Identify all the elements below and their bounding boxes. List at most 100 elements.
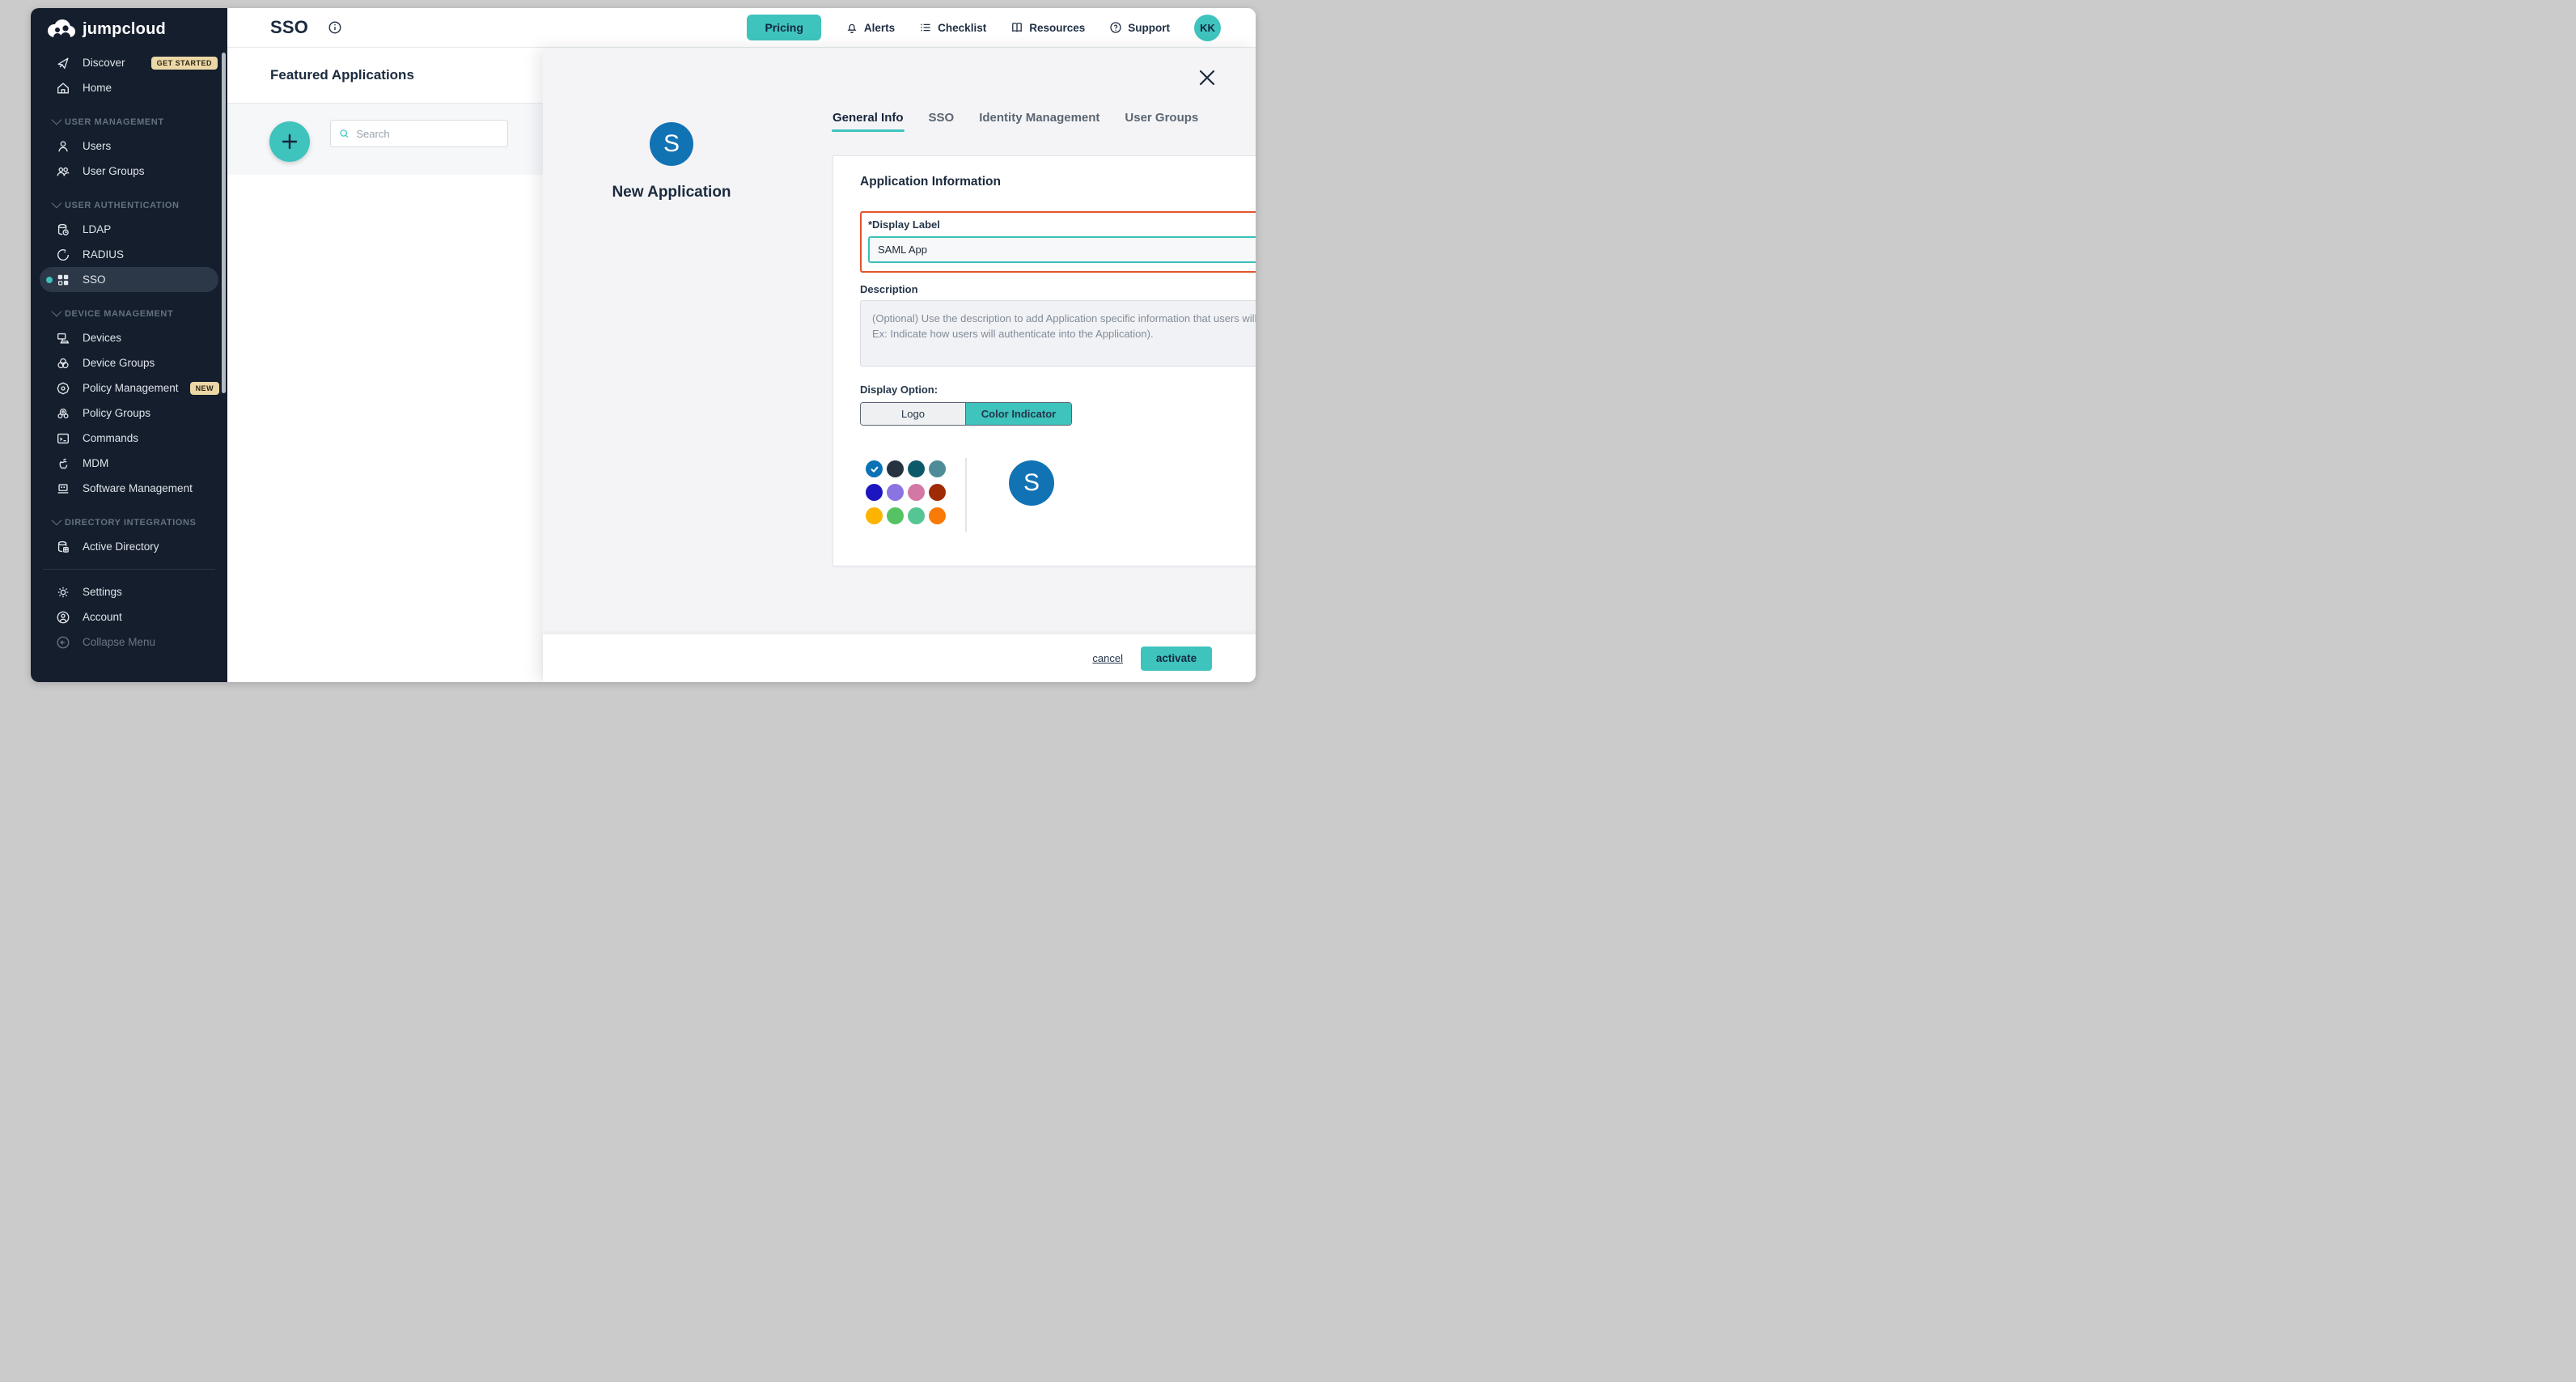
header-actions: Pricing Alerts Checklist Resources: [747, 15, 1256, 41]
sidebar-section-user-management[interactable]: USER MANAGEMENT: [31, 111, 227, 134]
section-label: USER MANAGEMENT: [65, 117, 164, 127]
color-swatch[interactable]: [908, 507, 925, 524]
drawer-tabs: General Info SSO Identity Management Use…: [833, 111, 1198, 132]
sidebar-item-policy-groups[interactable]: Policy Groups: [31, 401, 227, 426]
gear-icon: [55, 584, 71, 600]
pricing-button[interactable]: Pricing: [747, 15, 820, 40]
color-swatch[interactable]: [887, 507, 904, 524]
color-swatch[interactable]: [887, 484, 904, 501]
checklist-button[interactable]: Checklist: [919, 21, 986, 34]
sidebar-item-settings[interactable]: Settings: [31, 579, 227, 604]
radar-icon: [55, 247, 71, 263]
terminal-icon: [55, 430, 71, 447]
color-swatch[interactable]: [929, 507, 946, 524]
color-swatch-selected[interactable]: [866, 460, 883, 477]
sidebar-item-label: Users: [83, 140, 111, 152]
color-swatch[interactable]: [929, 484, 946, 501]
jumpcloud-logo[interactable]: jumpcloud: [31, 8, 227, 50]
description-label: Description: [860, 283, 1256, 295]
active-directory-icon: [55, 539, 71, 555]
sidebar-item-sso[interactable]: SSO: [40, 267, 218, 292]
user-group-icon: [55, 163, 71, 180]
sidebar-item-label: Device Groups: [83, 357, 155, 369]
support-label: Support: [1128, 22, 1170, 34]
laptop-grid-icon: [55, 481, 71, 497]
get-started-badge: GET STARTED: [151, 57, 218, 70]
account-icon: [55, 609, 71, 625]
sidebar-item-policy-management[interactable]: Policy Management NEW: [31, 375, 227, 401]
sidebar-item-account[interactable]: Account: [31, 604, 227, 630]
sidebar-section-device-management[interactable]: DEVICE MANAGEMENT: [31, 303, 227, 325]
drawer-footer: cancel activate: [543, 634, 1256, 682]
tab-sso[interactable]: SSO: [929, 111, 955, 132]
display-label-input[interactable]: [868, 236, 1256, 263]
logo-text: jumpcloud: [83, 20, 166, 39]
color-swatch[interactable]: [866, 484, 883, 501]
description-textarea[interactable]: (Optional) Use the description to add Ap…: [860, 300, 1256, 367]
new-badge: NEW: [190, 382, 220, 395]
color-swatch[interactable]: [908, 460, 925, 477]
cancel-link[interactable]: cancel: [1092, 652, 1123, 664]
sidebar-item-label: Policy Management: [83, 382, 179, 394]
close-icon[interactable]: [1198, 69, 1216, 87]
sidebar-item-mdm[interactable]: MDM: [31, 451, 227, 476]
card-heading: Application Information: [860, 175, 1256, 189]
checklist-icon: [919, 21, 932, 34]
sidebar-item-radius[interactable]: RADIUS: [31, 242, 227, 267]
collapse-arrow-icon: [55, 634, 71, 651]
tab-user-groups[interactable]: User Groups: [1125, 111, 1198, 132]
app-window: jumpcloud Discover GET STARTED Home USER…: [31, 8, 1256, 682]
color-swatch[interactable]: [887, 460, 904, 477]
devices-icon: [55, 330, 71, 346]
sidebar-item-users[interactable]: Users: [31, 134, 227, 159]
page-background: jumpcloud Discover GET STARTED Home USER…: [0, 0, 1288, 691]
description-placeholder: (Optional) Use the description to add Ap…: [872, 312, 1256, 340]
add-application-button[interactable]: [269, 121, 310, 162]
sidebar-item-label: User Groups: [83, 165, 145, 177]
sidebar-item-label: Active Directory: [83, 541, 159, 553]
plus-icon: [280, 132, 299, 151]
activate-button[interactable]: activate: [1141, 646, 1212, 671]
tab-identity-management[interactable]: Identity Management: [979, 111, 1099, 132]
sidebar-item-devices[interactable]: Devices: [31, 325, 227, 350]
policy-icon: [55, 380, 71, 396]
sidebar-item-user-groups[interactable]: User Groups: [31, 159, 227, 184]
sidebar-item-active-directory[interactable]: Active Directory: [31, 534, 227, 559]
search-input[interactable]: [356, 128, 499, 140]
sidebar-item-ldap[interactable]: LDAP: [31, 217, 227, 242]
option-color-indicator[interactable]: Color Indicator: [966, 403, 1071, 425]
bell-icon: [845, 21, 858, 34]
sidebar-item-label: LDAP: [83, 223, 111, 235]
display-label-alert-outline: *Display Label: [860, 211, 1256, 273]
color-palette-row: S: [860, 460, 1256, 532]
featured-applications-heading: Featured Applications: [270, 67, 414, 83]
sidebar-divider: [43, 569, 215, 570]
apple-icon: [55, 456, 71, 472]
alerts-button[interactable]: Alerts: [845, 21, 895, 34]
chevron-down-icon: [52, 197, 62, 208]
sidebar-item-commands[interactable]: Commands: [31, 426, 227, 451]
sidebar-item-collapse-menu[interactable]: Collapse Menu: [31, 630, 227, 655]
info-icon[interactable]: [328, 20, 342, 35]
option-logo[interactable]: Logo: [861, 403, 966, 425]
support-button[interactable]: Support: [1109, 21, 1170, 34]
sidebar-item-label: SSO: [83, 273, 106, 286]
sidebar-section-directory-integrations[interactable]: DIRECTORY INTEGRATIONS: [31, 511, 227, 534]
checklist-label: Checklist: [938, 22, 986, 34]
color-swatch[interactable]: [908, 484, 925, 501]
top-header: SSO Pricing Alerts Checklist: [227, 8, 1256, 48]
color-swatch[interactable]: [866, 507, 883, 524]
tab-general-info[interactable]: General Info: [833, 111, 904, 132]
sidebar-item-software-management[interactable]: Software Management: [31, 476, 227, 501]
color-preview-circle: S: [1009, 460, 1054, 506]
sidebar-item-discover[interactable]: Discover GET STARTED: [31, 50, 227, 75]
cloud-logo-icon: [44, 19, 77, 40]
sidebar-item-device-groups[interactable]: Device Groups: [31, 350, 227, 375]
sidebar-item-home[interactable]: Home: [31, 75, 227, 100]
sidebar-section-user-authentication[interactable]: USER AUTHENTICATION: [31, 194, 227, 217]
color-swatch[interactable]: [929, 460, 946, 477]
resources-button[interactable]: Resources: [1010, 21, 1085, 34]
sidebar-scrollbar[interactable]: [222, 53, 226, 393]
avatar[interactable]: KK: [1194, 15, 1221, 41]
sidebar-item-label: Policy Groups: [83, 407, 150, 419]
